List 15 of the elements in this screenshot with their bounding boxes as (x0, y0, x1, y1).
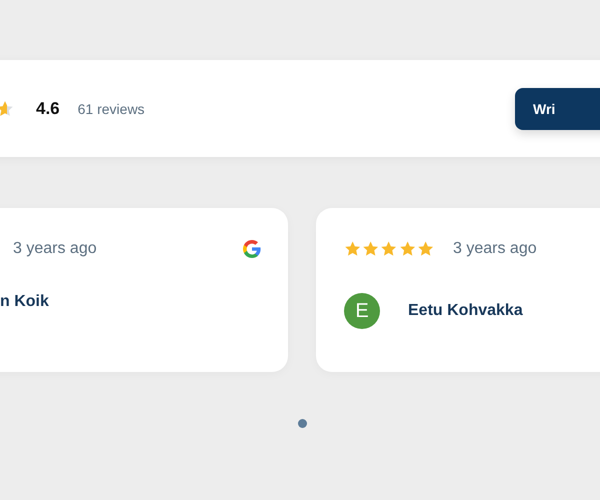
reviewer-name: Eetu Kohvakka (408, 302, 523, 320)
star-icon (416, 240, 434, 258)
reviewer-name: n Koik (0, 293, 49, 311)
review-date: 3 years ago (453, 240, 537, 258)
star-icon (0, 100, 14, 118)
write-review-button[interactable]: Wri (515, 88, 600, 130)
star-icon (362, 240, 380, 258)
star-icon (398, 240, 416, 258)
avatar: E (344, 293, 380, 329)
rating-value: 4.6 (36, 98, 60, 118)
review-count: 61 reviews (78, 100, 145, 116)
pagination-dot[interactable] (298, 419, 306, 428)
review-date: 3 years ago (13, 240, 97, 258)
star-icon (380, 240, 398, 258)
star-icon (344, 240, 362, 258)
